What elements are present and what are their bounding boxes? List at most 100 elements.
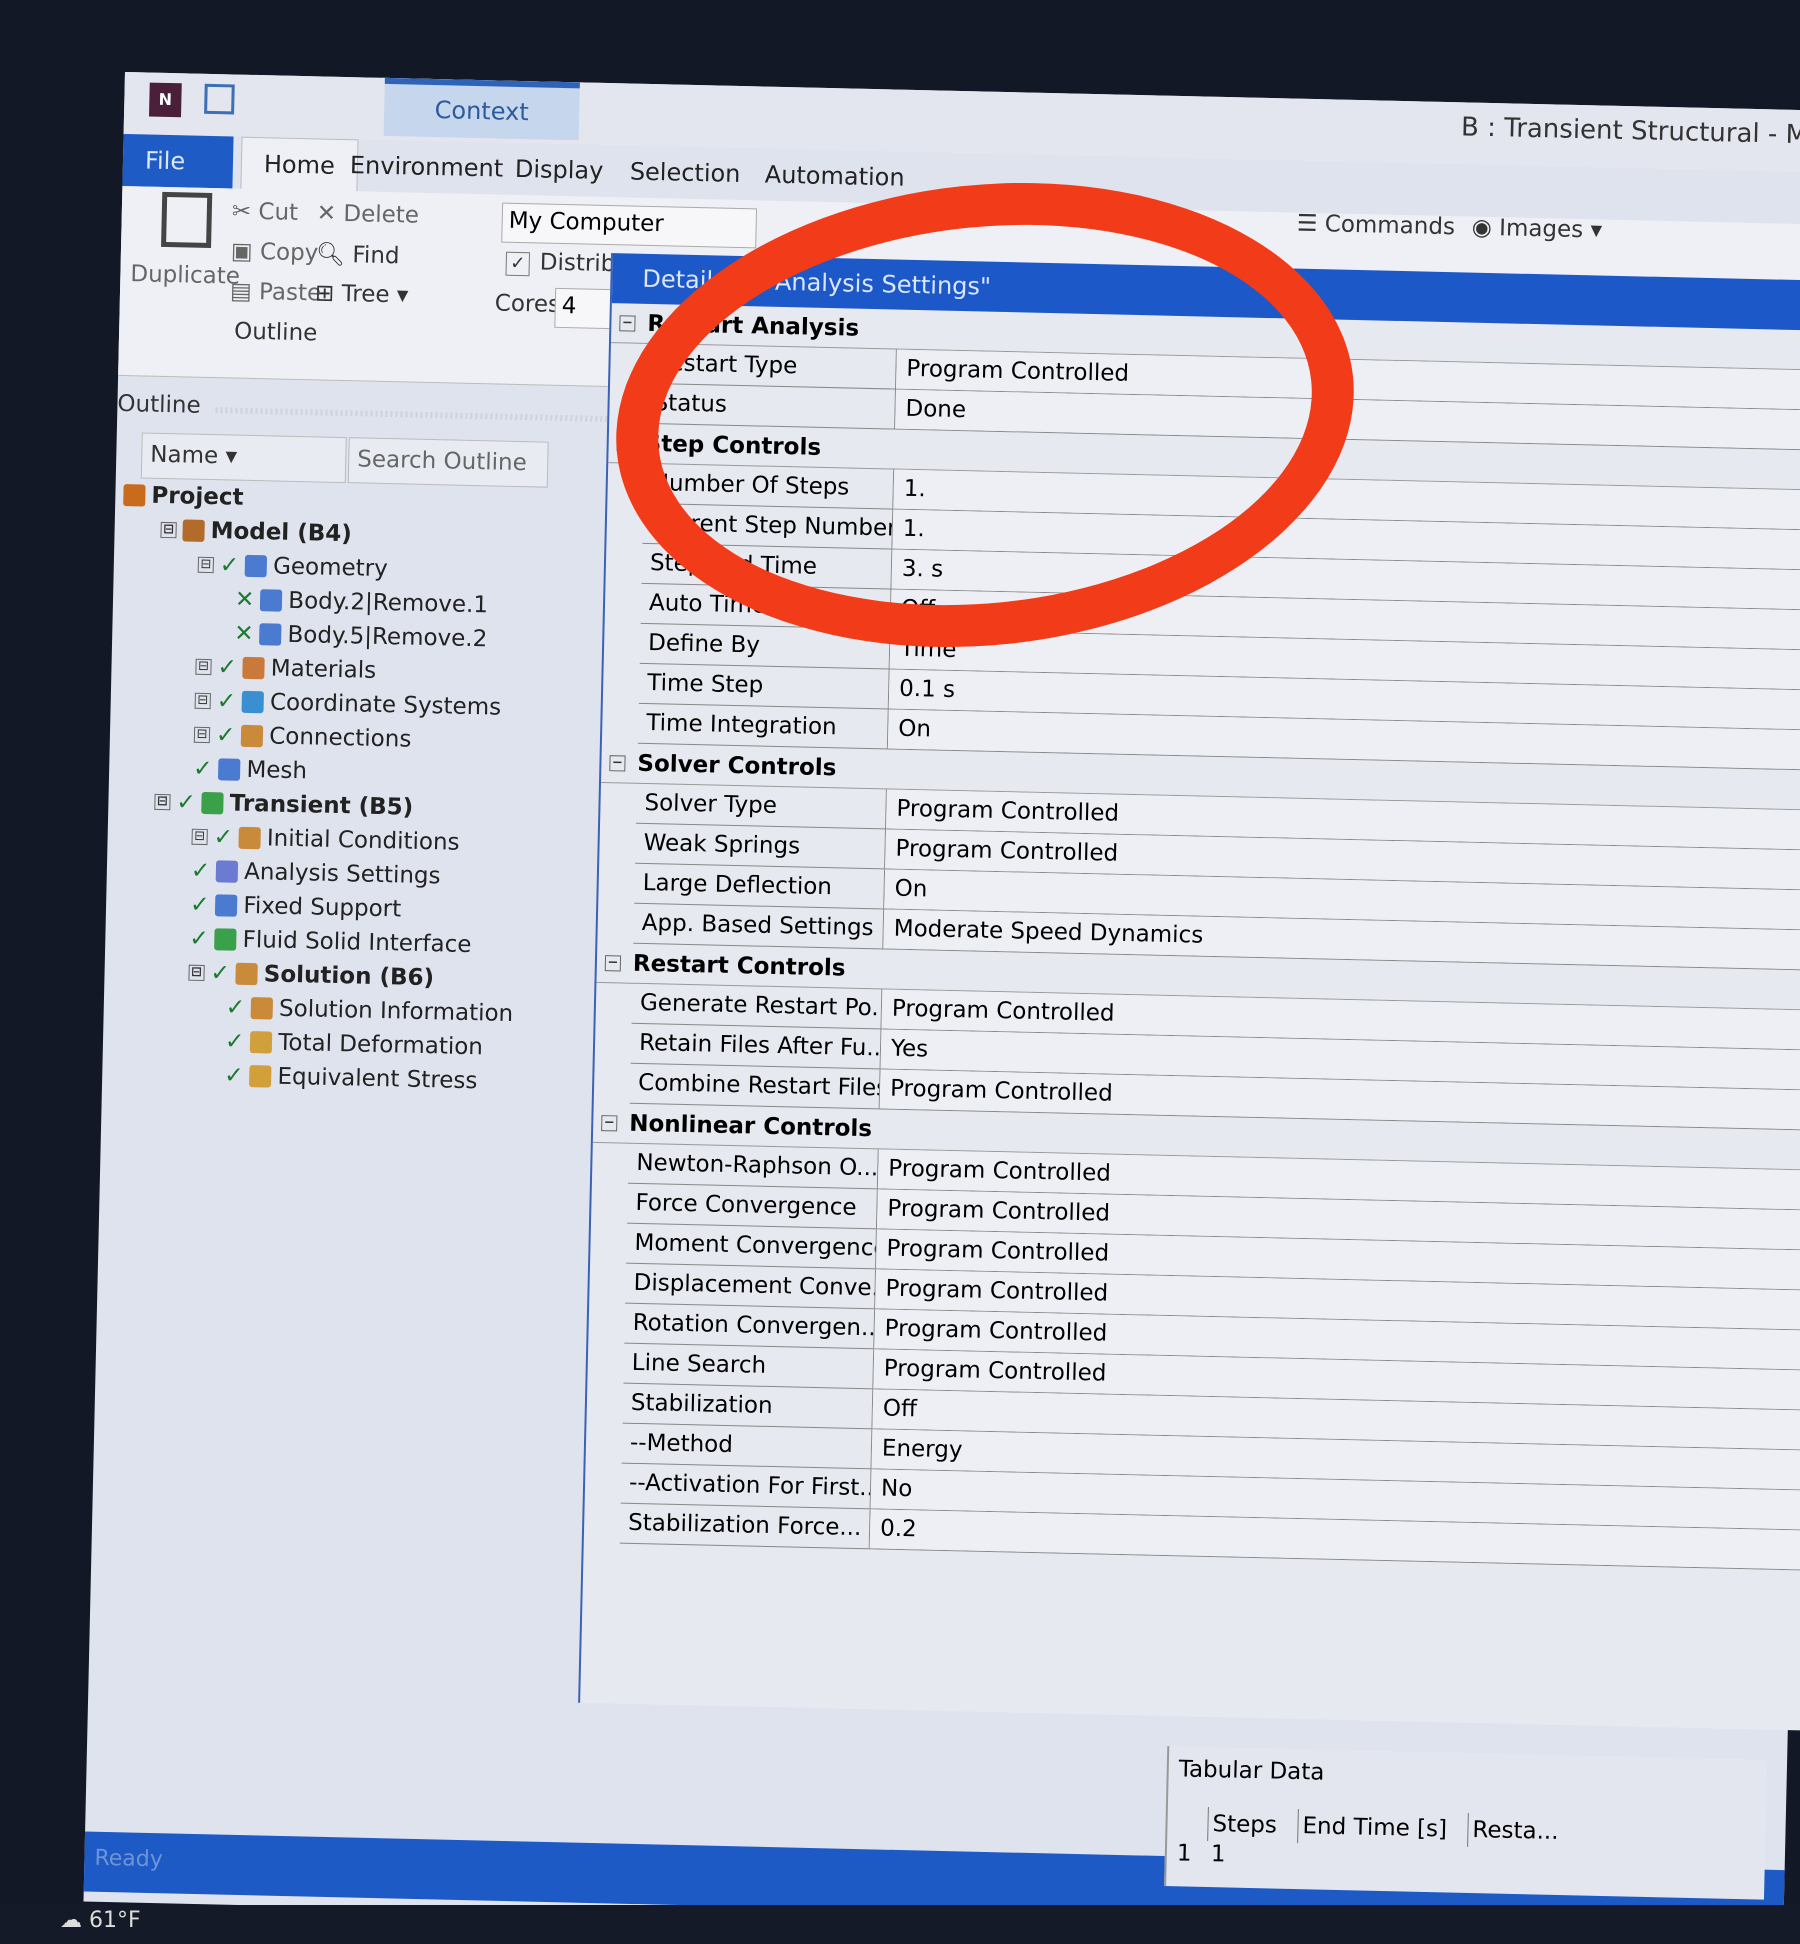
find-button[interactable]: 🔍︎ Find	[316, 240, 400, 269]
tree-item[interactable]: Project	[123, 482, 244, 511]
save-icon[interactable]	[204, 83, 235, 115]
col-end-time[interactable]: End Time [s]	[1297, 1809, 1468, 1847]
tree-item[interactable]: ⊟ ✓ Coordinate Systems	[194, 688, 501, 721]
tree-item-label: Equivalent Stress	[277, 1063, 478, 1095]
tree-node-icon	[214, 928, 237, 951]
tree-item[interactable]: ⊟ ✓ Initial Conditions	[191, 824, 460, 856]
tree-item-label: Project	[151, 482, 244, 511]
context-tab[interactable]: Context	[383, 77, 580, 141]
property-name: Line Search	[623, 1343, 875, 1389]
tab-selection[interactable]: Selection	[607, 145, 763, 200]
collapse-icon[interactable]: −	[609, 754, 626, 772]
solve-target-select[interactable]: My Computer	[501, 202, 758, 249]
check-icon: ✓	[217, 654, 238, 681]
group-label: Solver Controls	[637, 750, 837, 781]
tree-item[interactable]: ⊟ ✓ Transient (B5)	[154, 789, 413, 821]
expand-toggle-icon[interactable]: ⊟	[188, 964, 205, 982]
tree-item[interactable]: ✓ Mesh	[193, 756, 307, 785]
tree-item[interactable]: ✓ Analysis Settings	[191, 858, 441, 890]
tree-item-label: Initial Conditions	[266, 825, 460, 856]
tree-item[interactable]: ✓ Fixed Support	[190, 892, 402, 923]
tree-item[interactable]: ⊟ Model (B4)	[160, 517, 352, 547]
search-outline-input[interactable]: Search Outline	[347, 437, 549, 488]
expand-toggle-icon[interactable]: ⊟	[154, 793, 171, 811]
tree-item[interactable]: ✓ Solution Information	[226, 995, 514, 1028]
delete-button[interactable]: ✕ Delete	[317, 200, 420, 228]
property-name: Rotation Convergen...	[624, 1303, 876, 1349]
expand-toggle-icon[interactable]: ⊟	[193, 726, 211, 744]
window-title: B : Transient Structural - Me	[1460, 112, 1800, 151]
tree-node-icon	[123, 484, 146, 507]
weather-icon: ☁	[60, 1908, 82, 1933]
property-name: Weak Springs	[635, 823, 887, 869]
tree-node-icon	[215, 860, 239, 883]
expand-toggle-icon[interactable]: ⊟	[195, 658, 212, 676]
tree-item-label: Solution (B6)	[263, 961, 435, 992]
cut-button[interactable]: ✂ Cut	[232, 198, 299, 225]
property-name: Newton-Raphson O...	[627, 1143, 879, 1189]
temperature: 61°F	[89, 1908, 141, 1933]
expand-toggle-icon[interactable]: ⊟	[160, 521, 177, 539]
expand-toggle-icon[interactable]: ⊟	[194, 692, 211, 710]
commands-button[interactable]: ☰ Commands	[1297, 211, 1456, 241]
property-name: Large Deflection	[634, 863, 886, 909]
property-name: Combine Restart Files	[629, 1063, 881, 1109]
collapse-icon[interactable]: −	[604, 954, 622, 971]
property-name: Generate Restart Po...	[631, 983, 883, 1029]
copy-button[interactable]: ▣ Copy	[231, 238, 319, 266]
tree-item[interactable]: ⊟ ✓ Geometry	[197, 552, 389, 583]
check-icon: ✓	[213, 824, 234, 851]
tree-item[interactable]: ✕ Body.2|Remove.1	[235, 587, 489, 619]
tree-item[interactable]: ✓ Total Deformation	[225, 1029, 483, 1061]
tree-item[interactable]: ✕ Body.5|Remove.2	[234, 621, 488, 653]
suppressed-x-icon: ✕	[233, 620, 254, 648]
collapse-icon[interactable]: −	[601, 1114, 618, 1131]
tree-item[interactable]: ⊟ ✓ Solution (B6)	[188, 960, 435, 992]
name-filter-value: Name	[150, 441, 219, 470]
check-icon: ✓	[192, 755, 213, 783]
name-filter-select[interactable]: Name ▾	[140, 432, 347, 484]
tree-item[interactable]: ⊟ ✓ Materials	[195, 654, 376, 684]
property-name: --Method	[621, 1423, 873, 1469]
find-label: Find	[352, 242, 400, 270]
checkbox-icon: ✓	[505, 251, 531, 277]
copy-label: Copy	[259, 239, 319, 267]
tree-item[interactable]: ⊟ ✓ Connections	[193, 722, 412, 753]
tree-item[interactable]: ✓ Fluid Solid Interface	[189, 926, 472, 958]
tree-button[interactable]: ⊞ Tree ▾	[315, 280, 409, 308]
property-name: Displacement Conve...	[625, 1263, 877, 1309]
taskbar	[0, 1905, 1800, 1944]
property-name: App. Based Settings	[633, 903, 885, 949]
cores-label: Cores	[494, 290, 561, 318]
property-name: Retain Files After Fu...	[630, 1023, 882, 1069]
tree-node-icon	[249, 1065, 272, 1088]
tree-item[interactable]: ✓ Equivalent Stress	[224, 1063, 478, 1095]
check-icon: ✓	[189, 891, 210, 919]
search-icon: 🔍︎	[315, 241, 346, 269]
col-restart[interactable]: Resta...	[1467, 1812, 1598, 1850]
check-icon: ✓	[216, 688, 237, 715]
tabular-data-panel: Tabular Data Steps End Time [s] Resta...…	[1164, 1746, 1768, 1900]
check-icon: ✓	[190, 857, 211, 885]
images-button[interactable]: ◉ Images ▾	[1472, 215, 1603, 244]
tree-item-label: Mesh	[246, 756, 308, 785]
check-icon: ✓	[219, 552, 240, 579]
property-name: Stabilization Force...	[619, 1503, 871, 1549]
expand-toggle-icon[interactable]: ⊟	[197, 556, 215, 574]
duplicate-button[interactable]: Duplicate	[130, 261, 240, 289]
expand-toggle-icon[interactable]: ⊟	[191, 828, 208, 846]
tab-display[interactable]: Display	[492, 142, 626, 197]
delete-label: Delete	[343, 200, 420, 229]
property-name: Moment Convergence	[626, 1223, 877, 1269]
duplicate-icon[interactable]	[161, 191, 213, 248]
col-steps[interactable]: Steps	[1207, 1807, 1298, 1844]
paste-button[interactable]: ▤ Paste	[230, 278, 322, 306]
check-icon: ✓	[215, 722, 236, 749]
tree-node-icon	[244, 554, 268, 578]
collapse-icon[interactable]: −	[619, 314, 636, 332]
check-icon: ✓	[189, 925, 209, 953]
tree-item-label: Geometry	[272, 553, 389, 583]
tab-file[interactable]: File	[122, 133, 234, 189]
property-name: Stabilization	[622, 1383, 874, 1429]
weather-widget[interactable]: ☁ 61°F	[60, 1908, 141, 1933]
